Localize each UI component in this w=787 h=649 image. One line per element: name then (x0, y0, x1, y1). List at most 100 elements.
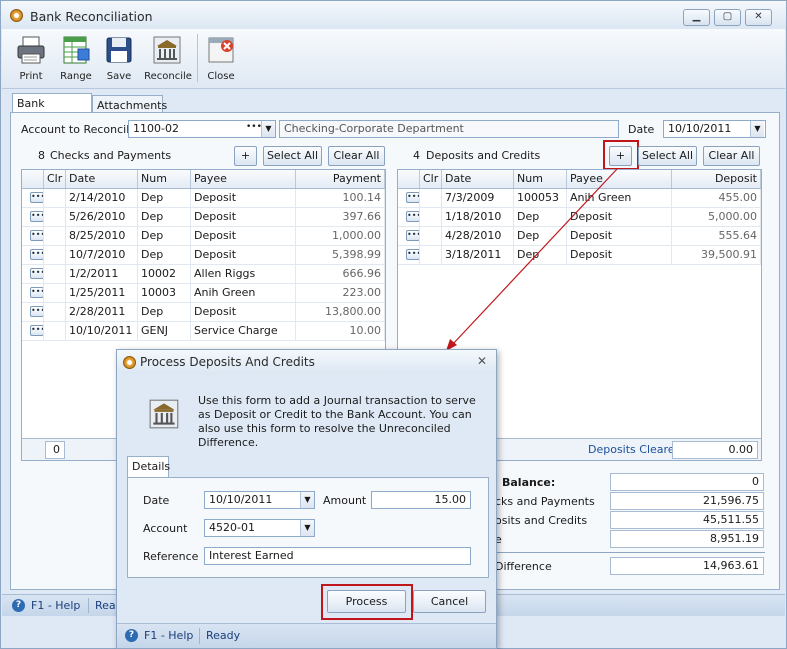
save-label: Save (106, 71, 132, 82)
col-clr[interactable]: Clr (420, 170, 442, 188)
row-selector-header (22, 170, 44, 188)
process-deposits-dialog: Process Deposits And Credits ✕ Use this … (116, 349, 497, 649)
toolbar: Print Range Save Reconcile Close (2, 29, 785, 89)
clr-cell[interactable] (44, 322, 66, 341)
clr-cell[interactable] (44, 265, 66, 284)
table-row[interactable]: ••• 1/2/2011 10002 Allen Riggs 666.96 (22, 265, 385, 284)
col-payment[interactable]: Payment (296, 170, 385, 188)
reconcile-button[interactable]: Reconcile (143, 34, 193, 82)
table-row[interactable]: ••• 1/18/2010 Dep Deposit 5,000.00 (398, 208, 761, 227)
dialog-amount-input[interactable]: 15.00 (371, 491, 471, 509)
deposits-select-all-button[interactable]: Select All (638, 146, 697, 166)
col-deposit[interactable]: Deposit (672, 170, 761, 188)
row-detail-button[interactable]: ••• (30, 306, 43, 317)
row-detail-cell: ••• (398, 189, 420, 208)
dialog-account-dropdown[interactable]: ▼ (300, 520, 314, 536)
table-row[interactable]: ••• 2/14/2010 Dep Deposit 100.14 (22, 189, 385, 208)
row-detail-button[interactable]: ••• (406, 230, 419, 241)
clr-cell[interactable] (44, 189, 66, 208)
payee-cell: Service Charge (191, 322, 296, 341)
maximize-button[interactable]: ▢ (714, 9, 741, 26)
table-row[interactable]: ••• 10/10/2011 GENJ Service Charge 10.00 (22, 322, 385, 341)
account-dropdown-button[interactable]: ▼ (261, 121, 275, 137)
clr-cell[interactable] (420, 208, 442, 227)
col-clr[interactable]: Clr (44, 170, 66, 188)
ellipsis-icon: ••• (246, 122, 262, 132)
payee-cell: Deposit (191, 246, 296, 265)
clr-cell[interactable] (44, 284, 66, 303)
amount-cell: 397.66 (296, 208, 385, 227)
date-cell: 3/18/2011 (442, 246, 514, 265)
col-payee[interactable]: Payee (567, 170, 672, 188)
dialog-status-help[interactable]: F1 - Help (144, 629, 193, 642)
row-detail-button[interactable]: ••• (30, 230, 43, 241)
col-date[interactable]: Date (442, 170, 514, 188)
amount-cell: 100.14 (296, 189, 385, 208)
process-highlight (321, 584, 413, 620)
table-row[interactable]: ••• 5/26/2010 Dep Deposit 397.66 (22, 208, 385, 227)
deposits-clear-all-button[interactable]: Clear All (703, 146, 760, 166)
clr-cell[interactable] (420, 246, 442, 265)
summary-ending-value: 8,951.19 (610, 530, 764, 548)
date-cell: 1/25/2011 (66, 284, 138, 303)
checks-select-all-button[interactable]: Select All (263, 146, 322, 166)
clr-cell[interactable] (420, 189, 442, 208)
checks-clear-all-button[interactable]: Clear All (328, 146, 385, 166)
col-num[interactable]: Num (514, 170, 567, 188)
table-row[interactable]: ••• 8/25/2010 Dep Deposit 1,000.00 (22, 227, 385, 246)
add-check-button[interactable]: + (234, 146, 257, 166)
tab-details[interactable]: Details (127, 456, 170, 477)
print-button[interactable]: Print (12, 34, 50, 82)
payee-cell: Allen Riggs (191, 265, 296, 284)
minimize-button[interactable]: ▁ (683, 9, 710, 26)
clr-cell[interactable] (44, 303, 66, 322)
dialog-reference-input[interactable]: Interest Earned (204, 547, 471, 565)
dialog-reference-label: Reference (143, 550, 199, 563)
row-detail-button[interactable]: ••• (406, 211, 419, 222)
clr-cell[interactable] (44, 227, 66, 246)
title-bar: Bank Reconciliation ▁ ▢ ✕ (1, 1, 786, 29)
chevron-down-icon: ▼ (304, 523, 311, 532)
status-separator (199, 628, 200, 644)
account-browse-button[interactable]: ••• (246, 122, 262, 136)
row-detail-button[interactable]: ••• (30, 249, 43, 260)
num-cell: Dep (514, 246, 567, 265)
close-button[interactable]: Close (202, 34, 240, 82)
table-row[interactable]: ••• 10/7/2010 Dep Deposit 5,398.99 (22, 246, 385, 265)
row-detail-button[interactable]: ••• (30, 211, 43, 222)
num-cell: 100053 (514, 189, 567, 208)
save-icon (106, 37, 132, 63)
table-row[interactable]: ••• 2/28/2011 Dep Deposit 13,800.00 (22, 303, 385, 322)
row-detail-cell: ••• (22, 246, 44, 265)
save-button[interactable]: Save (100, 34, 138, 82)
col-payee[interactable]: Payee (191, 170, 296, 188)
dialog-close-button[interactable]: ✕ (477, 354, 487, 368)
row-detail-button[interactable]: ••• (30, 268, 43, 279)
status-help[interactable]: F1 - Help (31, 599, 80, 612)
col-date[interactable]: Date (66, 170, 138, 188)
num-cell: Dep (514, 208, 567, 227)
date-dropdown-button[interactable]: ▼ (750, 121, 764, 137)
table-row[interactable]: ••• 7/3/2009 100053 Anih Green 455.00 (398, 189, 761, 208)
row-detail-button[interactable]: ••• (30, 192, 43, 203)
row-detail-button[interactable]: ••• (30, 325, 43, 336)
clr-cell[interactable] (44, 246, 66, 265)
col-num[interactable]: Num (138, 170, 191, 188)
row-detail-button[interactable]: ••• (406, 192, 419, 203)
dialog-account-input[interactable]: 4520-01 (204, 519, 315, 537)
row-detail-cell: ••• (398, 227, 420, 246)
window-close-button[interactable]: ✕ (745, 9, 772, 26)
dialog-date-input[interactable]: 10/10/2011 (204, 491, 315, 509)
table-row[interactable]: ••• 1/25/2011 10003 Anih Green 223.00 (22, 284, 385, 303)
row-detail-button[interactable]: ••• (30, 287, 43, 298)
clr-cell[interactable] (420, 227, 442, 246)
date-cell: 10/10/2011 (66, 322, 138, 341)
row-detail-button[interactable]: ••• (406, 249, 419, 260)
range-button[interactable]: Range (57, 34, 95, 82)
table-row[interactable]: ••• 4/28/2010 Dep Deposit 555.64 (398, 227, 761, 246)
clr-cell[interactable] (44, 208, 66, 227)
table-row[interactable]: ••• 3/18/2011 Dep Deposit 39,500.91 (398, 246, 761, 265)
dialog-date-dropdown[interactable]: ▼ (300, 492, 314, 508)
cancel-button[interactable]: Cancel (413, 590, 486, 613)
tab-bank-accounts[interactable]: Bank Accounts (12, 93, 92, 123)
